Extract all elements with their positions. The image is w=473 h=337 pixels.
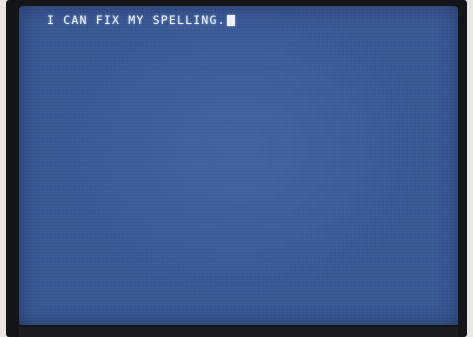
- monitor-bottom-lip: [19, 327, 458, 337]
- background-edge: [467, 0, 473, 337]
- text-cursor: [226, 14, 235, 26]
- terminal-input-line[interactable]: I CAN FIX MY SPELLING.: [47, 13, 235, 27]
- terminal-screen[interactable]: I CAN FIX MY SPELLING.: [19, 6, 458, 325]
- terminal-text: I CAN FIX MY SPELLING.: [47, 13, 226, 27]
- monitor-photo: I CAN FIX MY SPELLING.: [0, 0, 473, 337]
